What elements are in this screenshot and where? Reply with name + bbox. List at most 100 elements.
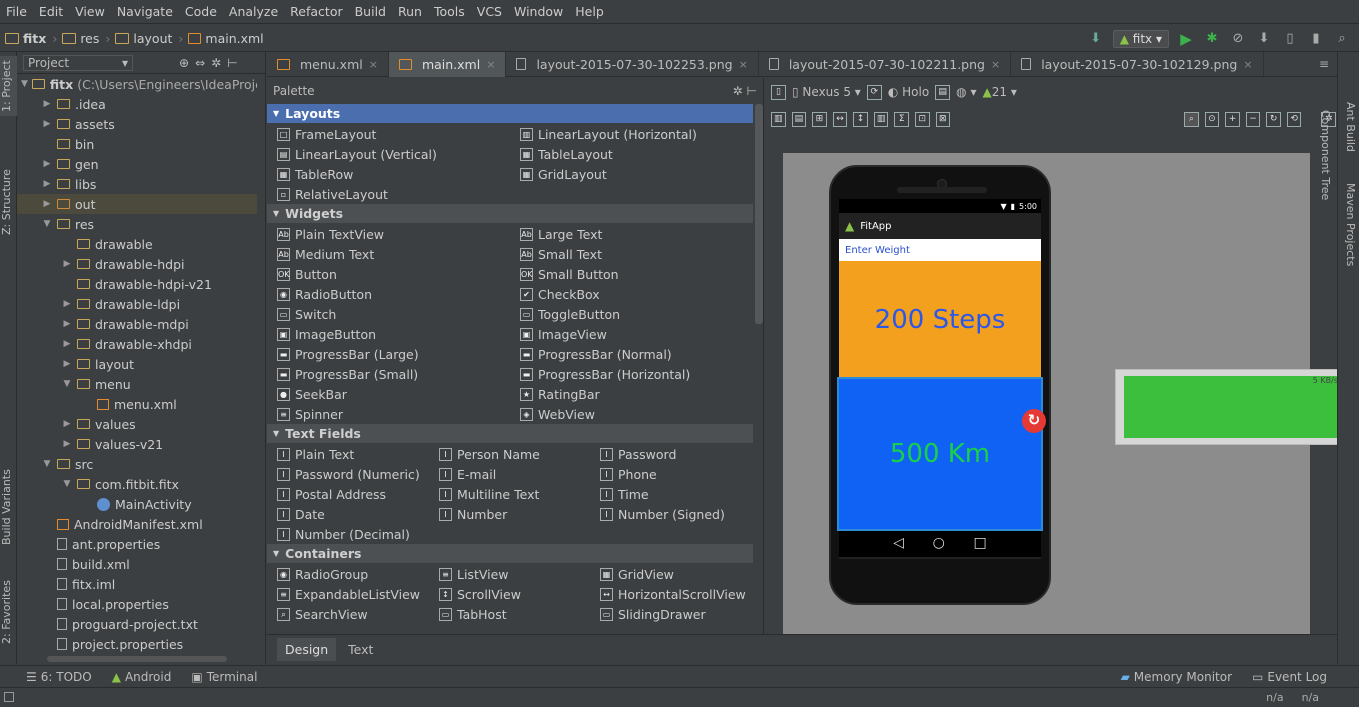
tree-item[interactable]: ▶ gen xyxy=(17,154,257,174)
tree-item[interactable]: ▼ com.fitbit.fitx xyxy=(17,474,257,494)
palette-category[interactable]: ▼ Text Fields xyxy=(267,424,753,443)
collapsed-arrow-icon[interactable]: ▶ xyxy=(41,199,53,209)
memory-monitor-tool-button[interactable]: ▰ Memory Monitor xyxy=(1111,670,1242,684)
palette-item[interactable]: I Password (Numeric) xyxy=(277,464,420,484)
palette-item[interactable]: I Date xyxy=(277,504,325,524)
palette-item[interactable]: ▭ TabHost xyxy=(439,604,507,624)
refresh-layout-icon[interactable]: ↻ xyxy=(1266,111,1281,127)
palette-item[interactable]: I Multiline Text xyxy=(439,484,539,504)
palette-item[interactable]: ▬ ProgressBar (Large) xyxy=(277,344,419,364)
baseline-icon[interactable]: Σ xyxy=(894,111,909,127)
render-errors-icon[interactable]: ⟲ xyxy=(1286,111,1302,127)
palette-item[interactable]: I Number (Decimal) xyxy=(277,524,410,544)
collapsed-arrow-icon[interactable]: ▶ xyxy=(41,99,53,109)
run-icon[interactable]: ▶ xyxy=(1177,30,1195,48)
palette-item[interactable]: I Postal Address xyxy=(277,484,386,504)
menu-file[interactable]: File xyxy=(0,4,33,19)
tree-item[interactable]: ▶ .idea xyxy=(17,94,257,114)
tree-item[interactable]: ▶ assets xyxy=(17,114,257,134)
menu-edit[interactable]: Edit xyxy=(33,4,69,19)
collapsed-arrow-icon[interactable]: ▶ xyxy=(61,259,73,269)
avd-manager-icon[interactable]: ▯ xyxy=(1281,30,1299,48)
tree-item[interactable]: ▼ fitx(C:\Users\Engineers\IdeaProjects xyxy=(17,74,257,94)
tree-item[interactable]: MainActivity xyxy=(17,494,257,514)
project-scrollbar[interactable] xyxy=(257,74,265,654)
palette-item[interactable]: Ab Small Text xyxy=(520,244,602,264)
menu-build[interactable]: Build xyxy=(349,4,392,19)
search-icon[interactable]: ⌕ xyxy=(1333,30,1351,48)
menu-view[interactable]: View xyxy=(69,4,111,19)
palette-category[interactable]: ▼ Layouts xyxy=(267,104,753,123)
tree-item[interactable]: local.properties xyxy=(17,594,257,614)
steps-textview[interactable]: 200 Steps xyxy=(839,261,1041,379)
make-project-icon[interactable]: ⬇ xyxy=(1087,30,1105,48)
tree-item[interactable]: ▼ menu xyxy=(17,374,257,394)
palette-scrollbar[interactable] xyxy=(755,104,763,324)
hide-panel-icon[interactable]: ⊢ xyxy=(227,56,237,70)
sync-icon[interactable]: ⊕ xyxy=(179,56,189,70)
fill-horizontal-icon[interactable]: ↔ xyxy=(832,111,848,127)
gear-icon[interactable]: ✲ xyxy=(211,56,221,70)
ant-build-tool-button[interactable]: Ant Build xyxy=(1340,92,1357,162)
collapsed-arrow-icon[interactable]: ▶ xyxy=(61,359,73,369)
zoom-in-icon[interactable]: + xyxy=(1225,111,1240,127)
project-horizontal-scrollbar[interactable] xyxy=(47,656,227,662)
api-level-select[interactable]: ▲21 ▾ xyxy=(982,85,1016,99)
palette-item[interactable]: I Plain Text xyxy=(277,444,354,464)
breadcrumb-layout[interactable]: layout › xyxy=(115,31,183,46)
palette-item[interactable]: ≡ ExpandableListView xyxy=(277,584,420,604)
editor-tab[interactable]: layout-2015-07-30-102211.png × xyxy=(759,51,1012,77)
palette-item[interactable]: ≡ Spinner xyxy=(277,404,343,424)
project-tool-button[interactable]: 1: Project xyxy=(0,56,17,116)
expanded-arrow-icon[interactable]: ▼ xyxy=(61,379,73,389)
tree-item[interactable]: ▼ res xyxy=(17,214,257,234)
expanded-arrow-icon[interactable]: ▼ xyxy=(41,219,53,229)
android-tool-button[interactable]: ▲ Android xyxy=(102,670,182,684)
palette-item[interactable]: ↕ ScrollView xyxy=(439,584,521,604)
toggle-tool-windows-icon[interactable] xyxy=(4,692,14,702)
editor-tab[interactable]: layout-2015-07-30-102129.png × xyxy=(1011,51,1264,77)
editor-tab[interactable]: menu.xml × xyxy=(267,51,389,77)
close-icon[interactable]: × xyxy=(739,58,748,71)
zoom-actual-icon[interactable]: ⊙ xyxy=(1204,111,1220,127)
attach-debugger-icon[interactable]: ⊘ xyxy=(1229,30,1247,48)
locale-icon[interactable]: ◍ ▾ xyxy=(956,85,976,99)
theme-select[interactable]: ◐ Holo xyxy=(888,85,929,99)
project-view-select[interactable]: Project ▾ xyxy=(23,54,133,71)
palette-item[interactable]: ◉ RadioButton xyxy=(277,284,372,304)
sdk-manager-icon[interactable]: ⬇ xyxy=(1255,30,1273,48)
collapsed-arrow-icon[interactable]: ▶ xyxy=(61,419,73,429)
palette-item[interactable]: Ab Medium Text xyxy=(277,244,374,264)
run-configuration-select[interactable]: ▲ fitx ▾ xyxy=(1112,29,1169,48)
terminal-tool-button[interactable]: ▣ Terminal xyxy=(181,670,267,684)
palette-item[interactable]: ▦ GridLayout xyxy=(520,164,607,184)
maven-projects-tool-button[interactable]: Maven Projects xyxy=(1340,170,1357,280)
palette-item[interactable]: ▦ TableLayout xyxy=(520,144,613,164)
menu-analyze[interactable]: Analyze xyxy=(223,4,284,19)
component-tree-tool-button[interactable]: Component Tree xyxy=(1313,95,1333,215)
margins-icon[interactable]: ⊡ xyxy=(914,111,930,127)
expanded-arrow-icon[interactable]: ▼ xyxy=(41,459,53,469)
orientation-icon[interactable]: ⟳ xyxy=(866,84,882,100)
breadcrumb-res[interactable]: res › xyxy=(62,31,110,46)
tree-item[interactable]: proguard-project.txt xyxy=(17,614,257,634)
tree-item[interactable]: ▶ drawable-xhdpi xyxy=(17,334,257,354)
tree-item[interactable]: ant.properties xyxy=(17,534,257,554)
palette-item[interactable]: ▬ ProgressBar (Horizontal) xyxy=(520,364,690,384)
tree-item[interactable]: drawable xyxy=(17,234,257,254)
floating-speed-widget[interactable]: 5 KB/s xyxy=(1115,369,1359,445)
collapsed-arrow-icon[interactable]: ▶ xyxy=(41,179,53,189)
expanded-arrow-icon[interactable]: ▼ xyxy=(61,479,73,489)
palette-item[interactable]: I Phone xyxy=(600,464,657,484)
tree-item[interactable]: bin xyxy=(17,134,257,154)
tab-design[interactable]: Design xyxy=(277,638,337,661)
todo-tool-button[interactable]: ☰ 6: TODO xyxy=(16,670,102,684)
close-icon[interactable]: × xyxy=(369,58,378,71)
layout-config-icon[interactable]: ▯ xyxy=(771,84,786,100)
gravity-icon[interactable]: ⊞ xyxy=(812,111,827,127)
activity-icon[interactable]: ▤ xyxy=(935,84,951,100)
tree-item[interactable]: project.properties xyxy=(17,634,257,652)
palette-item[interactable]: ✔ CheckBox xyxy=(520,284,600,304)
palette-item[interactable]: ▤ LinearLayout (Vertical) xyxy=(277,144,437,164)
refresh-icon[interactable]: ↻ xyxy=(1022,409,1046,433)
